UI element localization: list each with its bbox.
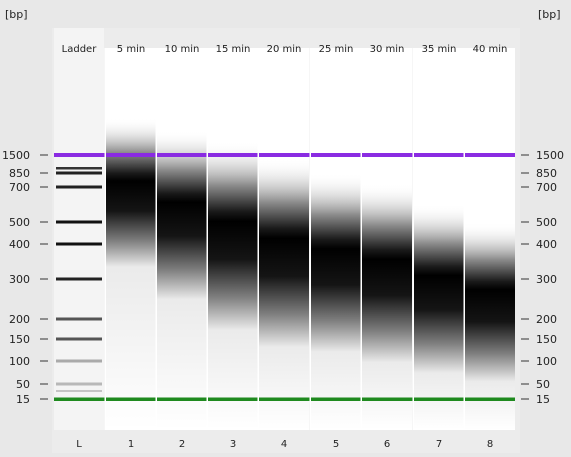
tick-label-right: 200 <box>536 313 557 326</box>
lane-number: 1 <box>128 439 134 450</box>
lane-header: 40 min <box>473 44 508 55</box>
dna-smear <box>259 48 309 430</box>
ladder-band <box>56 167 102 170</box>
lane-header: 20 min <box>267 44 302 55</box>
axis-unit-right: [bp] <box>538 8 561 21</box>
lane-number: L <box>76 439 82 450</box>
tick-label-left: 700 <box>9 181 30 194</box>
lane-header: 30 min <box>370 44 405 55</box>
ladder-band <box>56 382 102 386</box>
sample-lane <box>259 48 309 430</box>
sample-lane <box>362 48 412 430</box>
lane-number: 5 <box>333 439 339 450</box>
lane-number: 4 <box>281 439 287 450</box>
ladder-band <box>56 359 102 363</box>
dna-smear <box>465 48 515 430</box>
ladder-band <box>56 171 102 175</box>
axis-unit-left: [bp] <box>5 8 28 21</box>
tick-label-right: 1500 <box>536 149 564 162</box>
gel-image: [bp] [bp] Ladder L 5 min 1 10 min 2 15 min 3 20 … <box>0 0 571 457</box>
lane-header: 15 min <box>216 44 251 55</box>
lane-number: 3 <box>230 439 236 450</box>
lane-separator <box>463 48 465 430</box>
lane-number: 7 <box>436 439 442 450</box>
sample-lane <box>157 48 207 430</box>
lane-number: 2 <box>179 439 185 450</box>
sample-lane <box>311 48 361 430</box>
lane-separator <box>360 48 362 430</box>
tick-label-right: 500 <box>536 216 557 229</box>
lane-header: 5 min <box>117 44 145 55</box>
lane-separator <box>257 48 259 430</box>
dna-smear <box>311 48 361 430</box>
dna-smear <box>208 48 258 430</box>
lane-header: 10 min <box>165 44 200 55</box>
ladder-band <box>56 220 102 224</box>
tick-label-right: 300 <box>536 273 557 286</box>
tick-label-left: 150 <box>9 333 30 346</box>
tick-label-left: 200 <box>9 313 30 326</box>
ladder-band <box>56 390 102 392</box>
dna-smear <box>362 48 412 430</box>
ladder-band <box>56 185 102 189</box>
lane-separator <box>309 48 311 430</box>
lane-separator <box>155 48 157 430</box>
sample-lane <box>106 48 156 430</box>
tick-label-right: 850 <box>536 167 557 180</box>
tick-label-right: 150 <box>536 333 557 346</box>
tick-label-right: 15 <box>536 393 550 406</box>
tick-label-right: 400 <box>536 238 557 251</box>
dna-smear <box>106 48 156 430</box>
tick-label-right: 50 <box>536 378 550 391</box>
lane-number: 6 <box>384 439 390 450</box>
ladder-band <box>56 242 102 246</box>
ladder-lane <box>54 28 104 430</box>
sample-lane <box>465 48 515 430</box>
tick-label-left: 100 <box>9 355 30 368</box>
ladder-band <box>56 277 102 281</box>
tick-label-left: 50 <box>16 378 30 391</box>
ladder-band <box>56 337 102 341</box>
tick-label-left: 15 <box>16 393 30 406</box>
tick-label-right: 700 <box>536 181 557 194</box>
lane-header: Ladder <box>62 44 98 55</box>
sample-lane <box>208 48 258 430</box>
lane-header: 35 min <box>422 44 457 55</box>
tick-label-left: 500 <box>9 216 30 229</box>
lane-separator <box>412 48 414 430</box>
upper-marker-line <box>54 153 515 157</box>
tick-label-left: 300 <box>9 273 30 286</box>
ladder-lane-bg <box>54 28 104 430</box>
lane-number: 8 <box>487 439 493 450</box>
dna-smear <box>157 48 207 430</box>
tick-label-right: 100 <box>536 355 557 368</box>
dna-smear <box>414 48 464 430</box>
lane-separator <box>206 48 208 430</box>
sample-lane <box>414 48 464 430</box>
tick-label-left: 850 <box>9 167 30 180</box>
lanes <box>54 28 515 430</box>
lane-header: 25 min <box>319 44 354 55</box>
tick-label-left: 400 <box>9 238 30 251</box>
tick-label-left: 1500 <box>2 149 30 162</box>
lane-separator <box>104 48 106 430</box>
lower-marker-line <box>54 397 515 401</box>
ladder-band <box>56 317 102 321</box>
